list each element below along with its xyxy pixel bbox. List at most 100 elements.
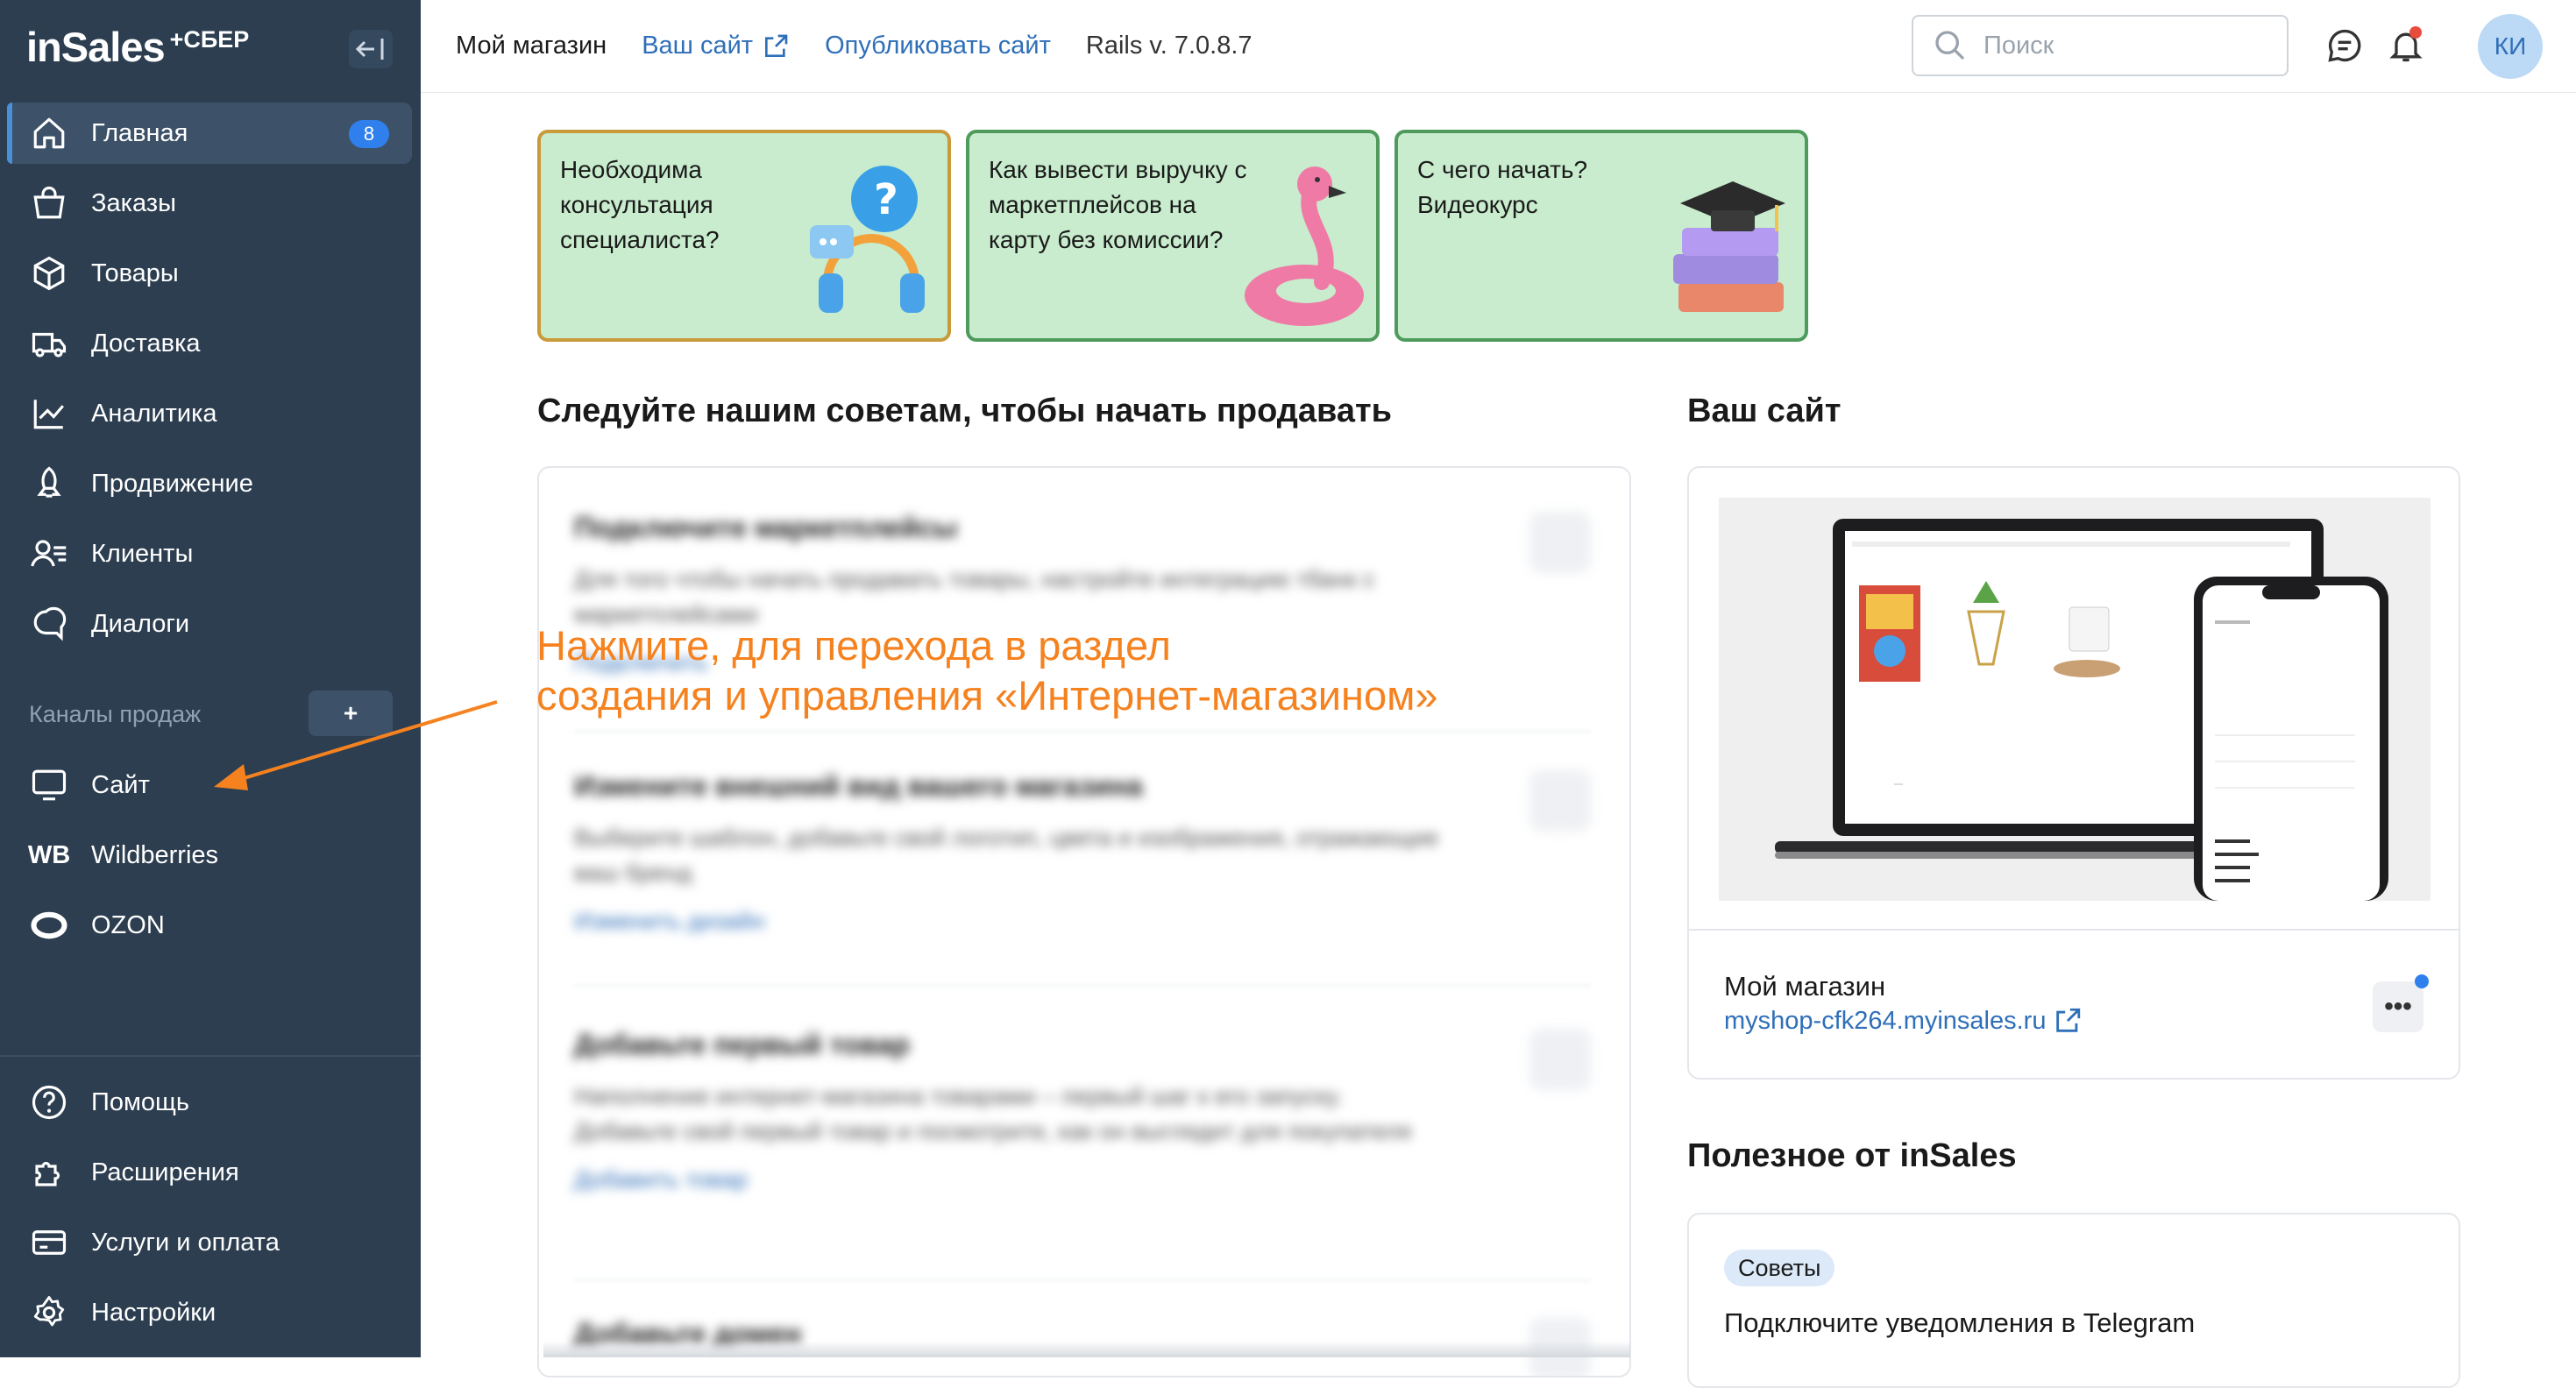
logo-text: inSales — [26, 24, 166, 70]
channels-section-label: Каналы продаж — [29, 701, 202, 727]
tip-description: Наполнение интернет-магазина товарами – … — [574, 1083, 1412, 1144]
sidebar-item-label: Услуги и оплата — [91, 1228, 280, 1257]
annotation-callout: Нажмите, для перехода в раздел создания … — [536, 620, 1438, 720]
scroll-shadow — [543, 1341, 1630, 1357]
card-icon — [28, 1222, 70, 1264]
sidebar-item-label: Продвижение — [91, 469, 253, 498]
notifications-button[interactable] — [2383, 23, 2429, 68]
tip-description: Выберите шаблон, добавьте свой логотип, … — [574, 825, 1439, 886]
messages-button[interactable] — [2322, 23, 2367, 68]
chat-icon — [28, 603, 70, 645]
more-options-button[interactable]: ••• — [2373, 981, 2423, 1032]
headset-icon: ? — [810, 166, 925, 313]
flamingo-float-icon — [1245, 166, 1364, 326]
tip-divider — [574, 1279, 1591, 1281]
tip-link[interactable]: Добавить товар — [574, 1166, 1591, 1193]
promo-card-consultation[interactable]: Необходима консультация специалиста? ? — [537, 130, 951, 342]
tips-card: Подключите маркетплейсы Для того чтобы н… — [537, 466, 1631, 1377]
message-icon — [2328, 29, 2361, 62]
monitor-icon — [28, 764, 70, 806]
sidebar-item-label: Диалоги — [91, 609, 190, 638]
sidebar-item-label: Сайт — [91, 770, 150, 799]
sidebar-item-help[interactable]: Помощь — [7, 1072, 412, 1133]
brush-icon — [1529, 770, 1591, 832]
bag-icon — [28, 182, 70, 224]
sidebar-item-label: OZON — [91, 910, 165, 939]
box-icon — [28, 252, 70, 294]
sidebar-item-promotion[interactable]: Продвижение — [7, 453, 412, 514]
sidebar-item-delivery[interactable]: Доставка — [7, 313, 412, 374]
promo-text: С чего начать? Видеокурс — [1417, 156, 1588, 218]
sidebar-item-label: Wildberries — [91, 840, 219, 869]
collapse-icon — [355, 39, 384, 60]
add-channel-button[interactable]: + — [309, 690, 393, 736]
sidebar-item-billing[interactable]: Услуги и оплата — [7, 1212, 412, 1273]
sidebar-item-label: Настройки — [91, 1298, 216, 1327]
box-icon — [1529, 1029, 1591, 1090]
sidebar-item-analytics[interactable]: Аналитика — [7, 383, 412, 444]
useful-card-title: Подключите уведомления в Telegram — [1724, 1307, 2196, 1338]
devices-mockup-icon — [1719, 498, 2431, 901]
puzzle-icon — [28, 1151, 70, 1193]
sidebar-item-label: Расширения — [91, 1158, 239, 1186]
annotation-line-2: создания и управления «Интернет-магазино… — [536, 672, 1438, 719]
users-icon — [28, 533, 70, 575]
site-url: myshop-cfk264.myinsales.ru — [1724, 1006, 2047, 1035]
tip-item[interactable]: Измените внешний вид вашего магазина Выб… — [574, 770, 1591, 935]
publish-site-link[interactable]: Опубликовать сайт — [825, 32, 1051, 60]
your-site-link[interactable]: Ваш сайт — [642, 32, 790, 60]
search-input[interactable]: Поиск — [1912, 15, 2289, 76]
tip-divider — [574, 731, 1591, 733]
sidebar-item-site[interactable]: Сайт — [7, 754, 412, 816]
sidebar-item-products[interactable]: Товары — [7, 243, 412, 304]
your-site-label: Ваш сайт — [642, 32, 754, 60]
logo-suffix: +СБЕР — [169, 26, 250, 53]
sidebar-item-label: Товары — [91, 258, 179, 287]
tips-tag: Советы — [1724, 1250, 1835, 1286]
tip-title: Подключите маркетплейсы — [574, 512, 958, 543]
sidebar-item-label: Заказы — [91, 188, 176, 217]
sidebar-item-label: Клиенты — [91, 539, 194, 568]
sidebar-item-ozon[interactable]: OZON — [7, 895, 412, 956]
promo-card-payout[interactable]: Как вывести выручку с маркетплейсов на к… — [966, 130, 1380, 342]
tip-title: Измените внешний вид вашего магазина — [574, 770, 1143, 802]
sidebar-item-orders[interactable]: Заказы — [7, 173, 412, 234]
search-placeholder: Поиск — [1983, 31, 2054, 60]
sidebar-item-label: Помощь — [91, 1087, 190, 1116]
tip-item[interactable]: Добавьте первый товар Наполнение интерне… — [574, 1029, 1591, 1193]
site-preview-image[interactable] — [1719, 498, 2431, 901]
external-link-icon — [2056, 1008, 2081, 1032]
sidebar-item-clients[interactable]: Клиенты — [7, 523, 412, 584]
help-icon — [28, 1081, 70, 1123]
sidebar-item-label: Доставка — [91, 329, 201, 358]
sidebar-item-extensions[interactable]: Расширения — [7, 1142, 412, 1203]
store-name[interactable]: Мой магазин — [456, 32, 607, 60]
notification-dot — [2409, 26, 2422, 39]
chart-icon — [28, 393, 70, 435]
sidebar-item-dialogs[interactable]: Диалоги — [7, 593, 412, 655]
tip-divider — [574, 985, 1591, 987]
search-icon — [1935, 31, 1965, 60]
sidebar-item-wildberries[interactable]: WB Wildberries — [7, 825, 412, 886]
site-url-link[interactable]: myshop-cfk264.myinsales.ru — [1724, 1006, 2083, 1036]
promo-card-video-course[interactable]: С чего начать? Видеокурс — [1394, 130, 1808, 342]
avatar[interactable]: КИ — [2478, 14, 2543, 79]
top-bar: Мой магазин Ваш сайт Опубликовать сайт R… — [421, 0, 2576, 93]
sidebar-item-settings[interactable]: Настройки — [7, 1282, 412, 1343]
useful-section-title: Полезное от inSales — [1687, 1137, 2017, 1174]
svg-text:?: ? — [874, 175, 898, 224]
rails-version: Rails v. 7.0.8.7 — [1085, 32, 1253, 60]
site-card-divider — [1689, 929, 2459, 931]
home-icon — [28, 112, 70, 154]
ozon-icon — [28, 904, 70, 946]
useful-card[interactable]: Советы Подключите уведомления в Telegram — [1687, 1213, 2460, 1388]
collapse-sidebar-button[interactable] — [349, 30, 393, 68]
gear-icon — [28, 1292, 70, 1334]
sidebar: inSales +СБЕР Главная 8 Заказы Товары До… — [0, 0, 421, 1357]
tip-link[interactable]: Изменить дизайн — [574, 908, 1591, 935]
books-graduation-icon — [1673, 181, 1785, 312]
truck-icon — [28, 322, 70, 365]
sidebar-item-home[interactable]: Главная 8 — [7, 103, 412, 164]
annotation-line-1: Нажмите, для перехода в раздел — [536, 622, 1171, 669]
logo[interactable]: inSales +СБЕР — [26, 23, 249, 75]
